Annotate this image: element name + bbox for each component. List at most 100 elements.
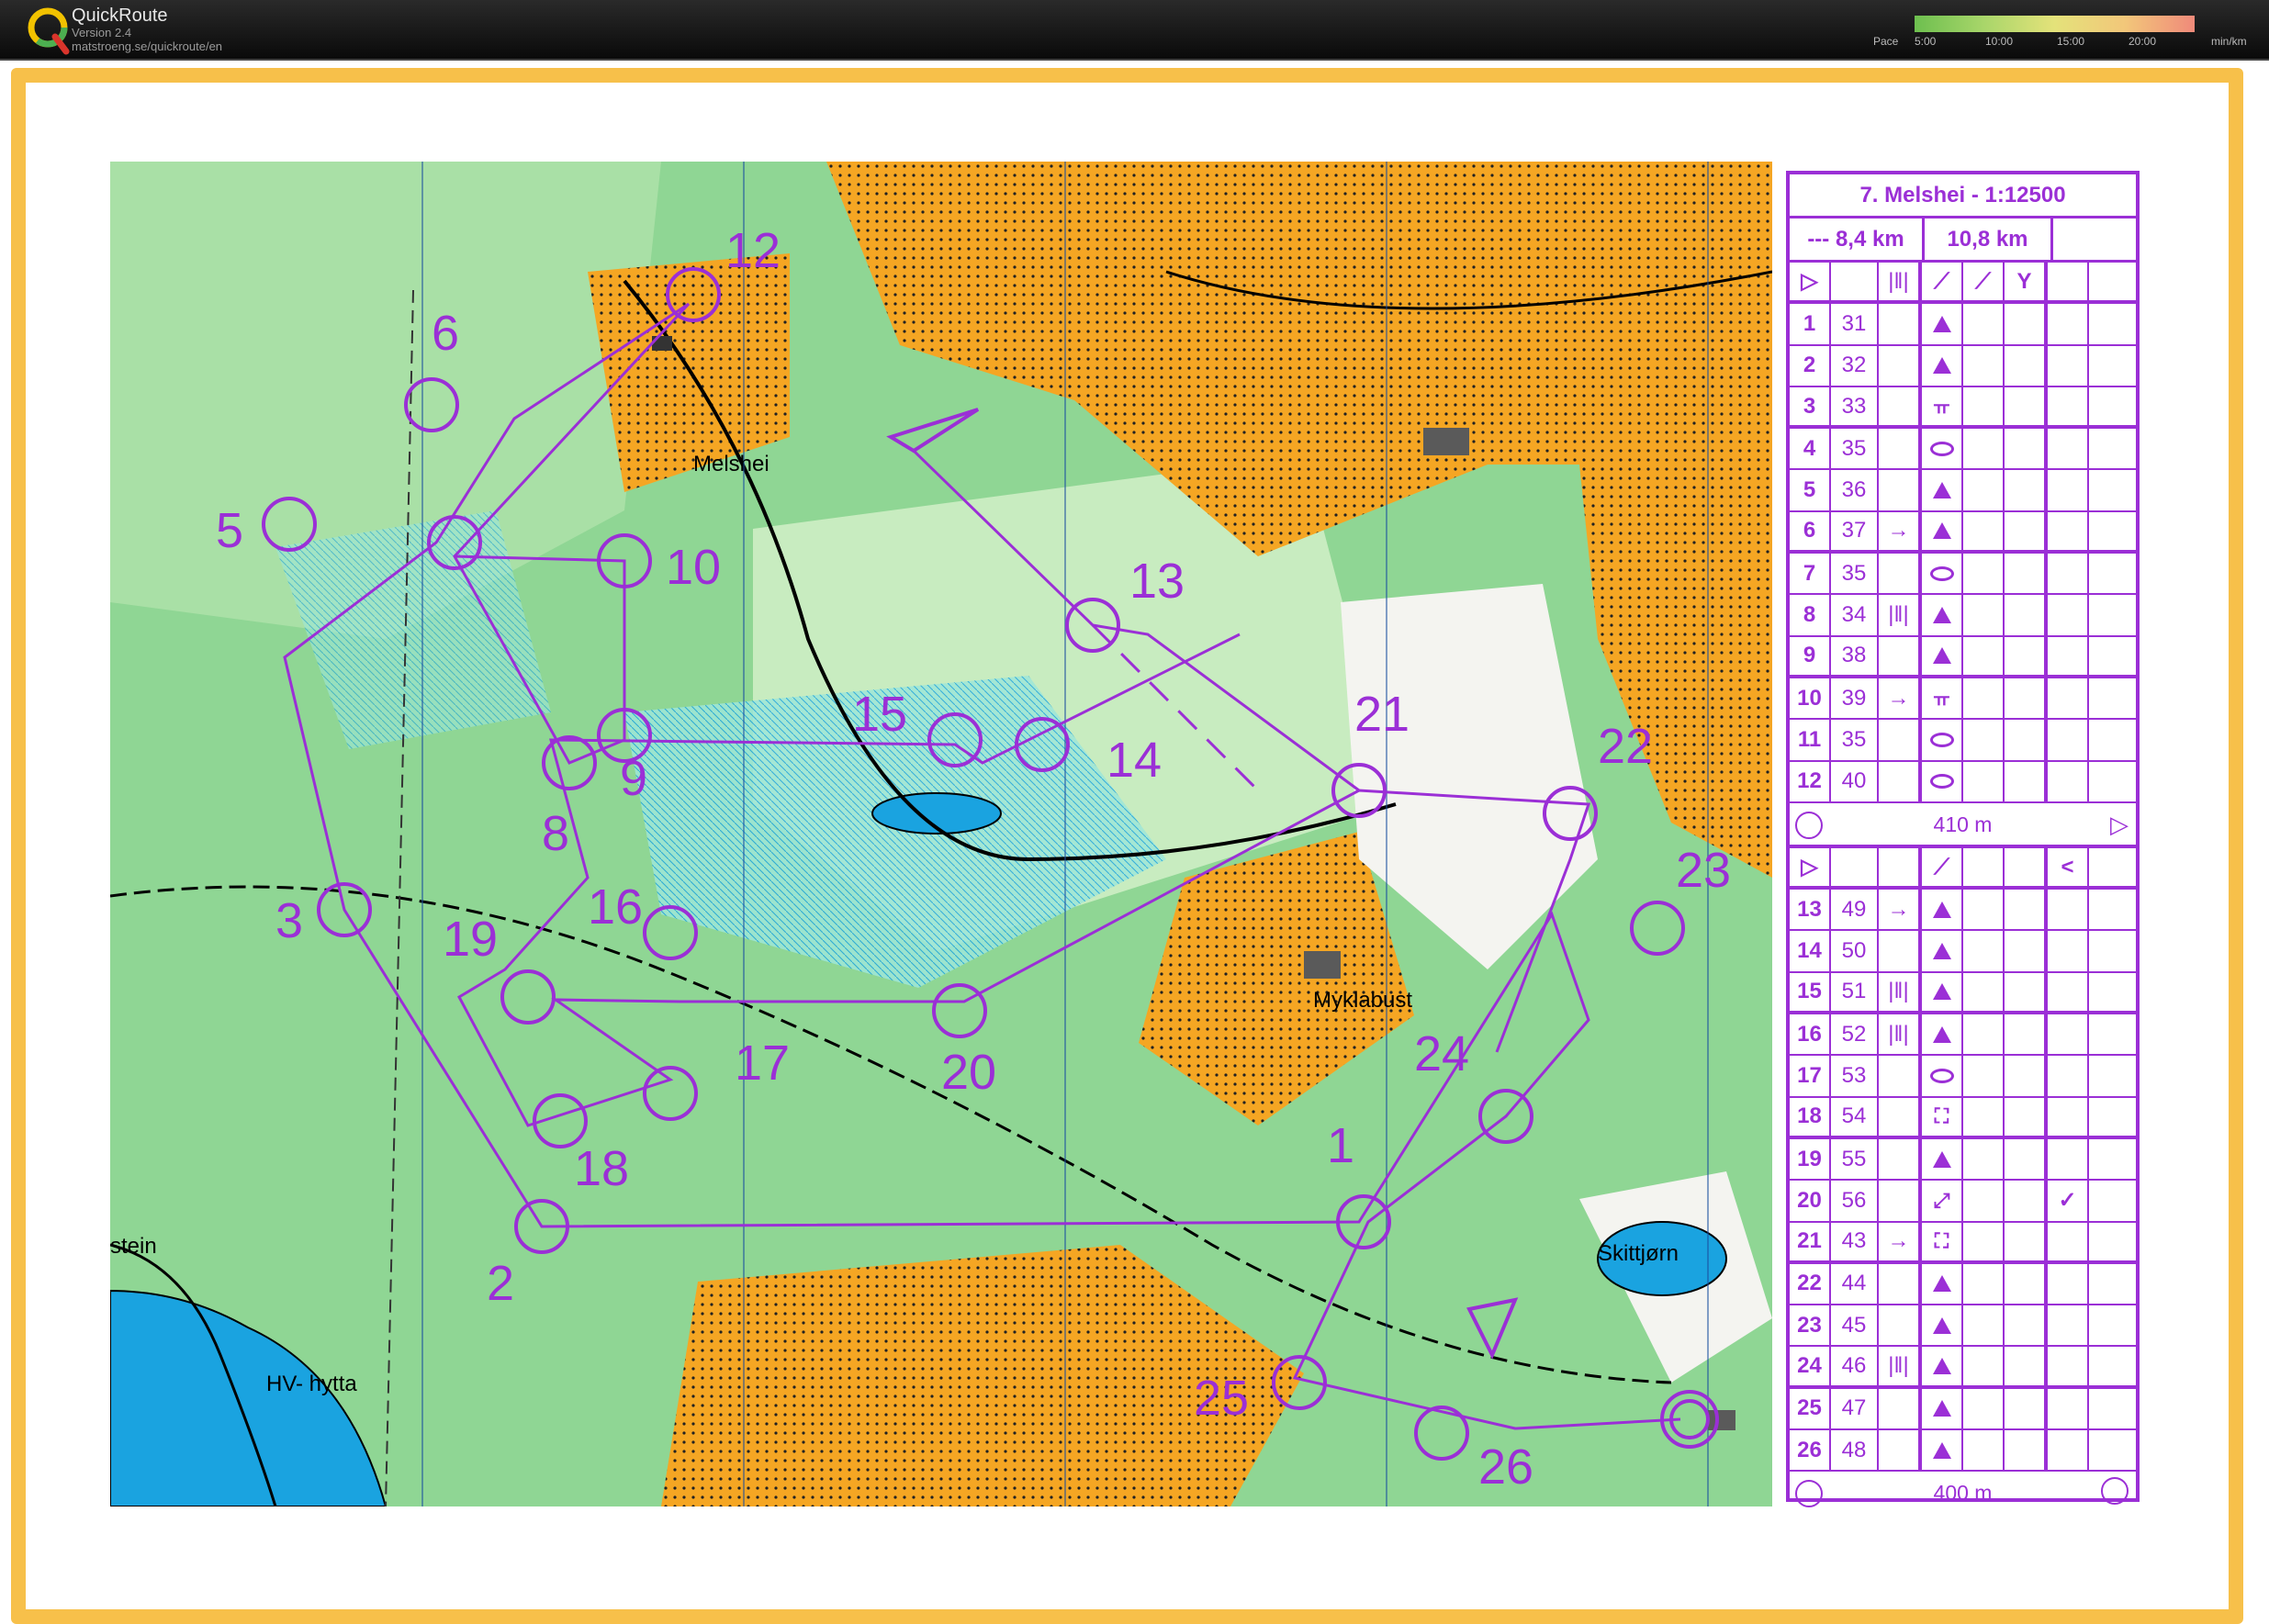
control-direction: |‖|: [1879, 1014, 1922, 1055]
control-description-row: 15 51 |‖|: [1790, 972, 2136, 1015]
control-order: 13: [1790, 890, 1831, 930]
description-cell: [2005, 304, 2048, 344]
control-code: 35: [1831, 554, 1879, 594]
control-order: 14: [1790, 931, 1831, 971]
description-cell: [1963, 678, 2005, 719]
control-number: 8: [542, 806, 569, 861]
control-order: 12: [1790, 761, 1831, 801]
description-cell: [2089, 890, 2136, 929]
app-url[interactable]: matstroeng.se/quickroute/en: [72, 39, 222, 53]
depression-icon: [1929, 566, 1954, 581]
building: [1304, 951, 1341, 979]
control-direction: [1879, 1388, 1922, 1429]
control-code: 53: [1831, 1056, 1879, 1096]
knoll-icon: [1932, 647, 1951, 665]
description-cell: [2005, 636, 2048, 675]
description-cell: [2048, 636, 2089, 675]
control-number: 25: [1194, 1371, 1249, 1426]
control-direction: [1879, 554, 1922, 594]
control-feature: ⤢: [1922, 1181, 1963, 1221]
description-cell: [2089, 346, 2136, 386]
control-direction: [1879, 1263, 1922, 1305]
description-cell: [1963, 761, 2005, 801]
control-number: 13: [1129, 554, 1185, 609]
description-cell: [2089, 637, 2136, 675]
depression-icon: [1929, 1068, 1954, 1083]
control-feature: [1922, 1347, 1963, 1385]
description-cell: [2089, 1264, 2136, 1304]
path-icon: ⟋: [1963, 263, 2005, 301]
control-description-row: 3 33 ㅠ: [1790, 386, 2136, 430]
ridge-icon: ⤢: [1933, 1188, 1950, 1212]
app-version: Version 2.4: [72, 26, 132, 39]
control-order: 1: [1790, 304, 1831, 344]
description-cell: [2048, 1097, 2089, 1136]
description-cell: [1963, 931, 2005, 971]
start-row: ▷ |‖| ⟋ ⟋ Y: [1790, 263, 2136, 305]
leg-1-rows: 1 31 2 32 3 33 ㅠ 4 35 5 36 6 37 → 7 35 8 34 |‖| 9 38 10 39 → ㅠ 11…: [1790, 304, 2136, 803]
control-number: 3: [275, 893, 303, 948]
control-order: 19: [1790, 1138, 1831, 1180]
control-direction: [1879, 720, 1922, 760]
description-cell: [2089, 931, 2136, 970]
control-code: 54: [1831, 1097, 1879, 1136]
description-cell: [2089, 1389, 2136, 1428]
description-cell: [2089, 1098, 2136, 1136]
control-order: 21: [1790, 1222, 1831, 1260]
description-cell: [2005, 1056, 2048, 1096]
control-order: 9: [1790, 636, 1831, 675]
description-cell: [1963, 1138, 2005, 1180]
course-length-a: --- 8,4 km: [1790, 218, 1925, 260]
description-cell: [1963, 1263, 2005, 1305]
description-cell: [2048, 1430, 2089, 1471]
control-number: 19: [443, 912, 498, 967]
control-description-row: 17 53: [1790, 1056, 2136, 1098]
knoll-icon: [1932, 315, 1951, 332]
description-cell: [2089, 1347, 2136, 1384]
control-direction: [1879, 345, 1922, 386]
control-feature: [1922, 931, 1963, 971]
description-cell: [1963, 1056, 2005, 1096]
orienteering-map[interactable]: 1 2 3 5 6 8 9 10 12 13 14 15 16 17 18 19…: [110, 162, 1772, 1506]
control-direction: [1879, 386, 1922, 426]
control-direction: [1879, 636, 1922, 675]
description-cell: [2005, 595, 2048, 635]
start-triangle-icon: ▷: [1790, 263, 1831, 301]
control-feature: [1922, 1388, 1963, 1429]
description-cell: [1963, 511, 2005, 551]
place-name: Myklabust: [1313, 988, 1413, 1013]
description-cell: [2089, 304, 2136, 343]
app-titlebar: QuickRoute Version 2.4 matstroeng.se/qui…: [0, 0, 2269, 61]
pace-tick: 15:00: [2057, 35, 2085, 48]
control-direction: [1879, 1097, 1922, 1136]
control-code: 48: [1831, 1430, 1879, 1471]
control-feature: [1922, 1014, 1963, 1055]
control-code: 35: [1831, 720, 1879, 760]
control-order: 7: [1790, 554, 1831, 594]
place-name: Skittjørn: [1598, 1241, 1679, 1266]
description-cell: [1963, 1347, 2005, 1385]
description-cell: [2089, 470, 2136, 510]
description-cell: [2048, 1305, 2089, 1346]
control-number: 15: [852, 687, 907, 742]
control-description-row: 4 35: [1790, 429, 2136, 471]
control-direction: →: [1879, 890, 1922, 930]
description-cell: [2005, 1097, 2048, 1136]
building: [1708, 1410, 1735, 1430]
description-cell: [2005, 720, 2048, 760]
knoll-icon: [1932, 943, 1951, 960]
description-cell: [2005, 761, 2048, 801]
control-feature: [1922, 972, 1963, 1012]
control-description-row: 12 40: [1790, 761, 2136, 803]
description-cell: [1963, 1305, 2005, 1346]
control-description-row: 20 56 ⤢ ✓: [1790, 1181, 2136, 1223]
knoll-icon: [1932, 1275, 1951, 1293]
control-order: 22: [1790, 1263, 1831, 1305]
description-cell: [2005, 1222, 2048, 1260]
control-code: 38: [1831, 636, 1879, 675]
depression-icon: [1929, 732, 1954, 747]
description-cell: [1963, 345, 2005, 386]
description-cell: [2005, 1347, 2048, 1385]
control-code: 34: [1831, 595, 1879, 635]
description-cell: [1963, 1430, 2005, 1471]
